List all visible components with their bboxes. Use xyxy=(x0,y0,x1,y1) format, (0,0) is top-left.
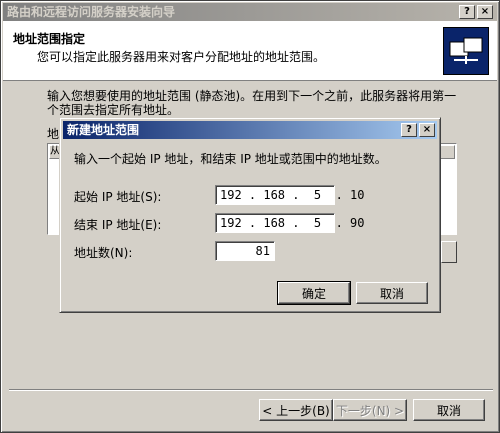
dialog-close-button[interactable]: × xyxy=(419,123,435,137)
address-list-label: 地 xyxy=(47,127,60,141)
footer-separator xyxy=(9,389,493,391)
close-button[interactable]: × xyxy=(477,5,493,19)
window-title: 路由和远程访问服务器安装向导 xyxy=(7,5,176,19)
new-address-range-dialog: 新建地址范围 ? × 输入一个起始 IP 地址，和结束 IP 地址或范围中的地址… xyxy=(59,117,441,313)
intro-line-1: 输入您想要使用的地址范围 (静态池)。在用到下一个之前，此服务器将用第一 xyxy=(47,89,457,103)
dialog-message: 输入一个起始 IP 地址，和结束 IP 地址或范围中的地址数。 xyxy=(74,152,387,166)
wizard-header: 地址范围指定 您可以指定此服务器用来对客户分配地址的地址范围。 xyxy=(3,21,497,81)
end-ip-label: 结束 IP 地址(E): xyxy=(74,218,162,232)
next-button[interactable]: 下一步(N) > xyxy=(333,399,407,421)
start-ip-label: 起始 IP 地址(S): xyxy=(74,190,162,204)
dialog-help-button[interactable]: ? xyxy=(401,123,417,137)
back-button[interactable]: < 上一步(B) xyxy=(259,399,333,421)
page-title: 地址范围指定 xyxy=(13,32,86,46)
ok-button[interactable]: 确定 xyxy=(277,281,351,305)
address-count-field[interactable]: 81 xyxy=(215,241,275,261)
start-ip-field[interactable]: 192 . 168 . 5 . 10 xyxy=(215,185,365,205)
address-count-label: 地址数(N): xyxy=(74,246,133,260)
dialog-titlebar: 新建地址范围 ? × xyxy=(63,121,437,139)
intro-line-2: 个范围去指定所有地址。 xyxy=(47,103,180,117)
network-wizard-icon xyxy=(443,27,489,75)
page-subtitle: 您可以指定此服务器用来对客户分配地址的地址范围。 xyxy=(37,50,326,64)
list-action-button[interactable] xyxy=(441,241,457,263)
help-button[interactable]: ? xyxy=(459,5,475,19)
dialog-title: 新建地址范围 xyxy=(67,123,140,137)
cancel-button[interactable]: 取消 xyxy=(413,399,485,421)
window-titlebar: 路由和远程访问服务器安装向导 ? × xyxy=(3,3,497,21)
dialog-cancel-button[interactable]: 取消 xyxy=(356,282,428,304)
end-ip-field[interactable]: 192 . 168 . 5 . 90 xyxy=(215,213,365,233)
intro-text: 输入您想要使用的地址范围 (静态池)。在用到下一个之前，此服务器将用第一 个范围… xyxy=(47,89,467,117)
wizard-window: 路由和远程访问服务器安装向导 ? × 地址范围指定 您可以指定此服务器用来对客户… xyxy=(0,0,500,433)
